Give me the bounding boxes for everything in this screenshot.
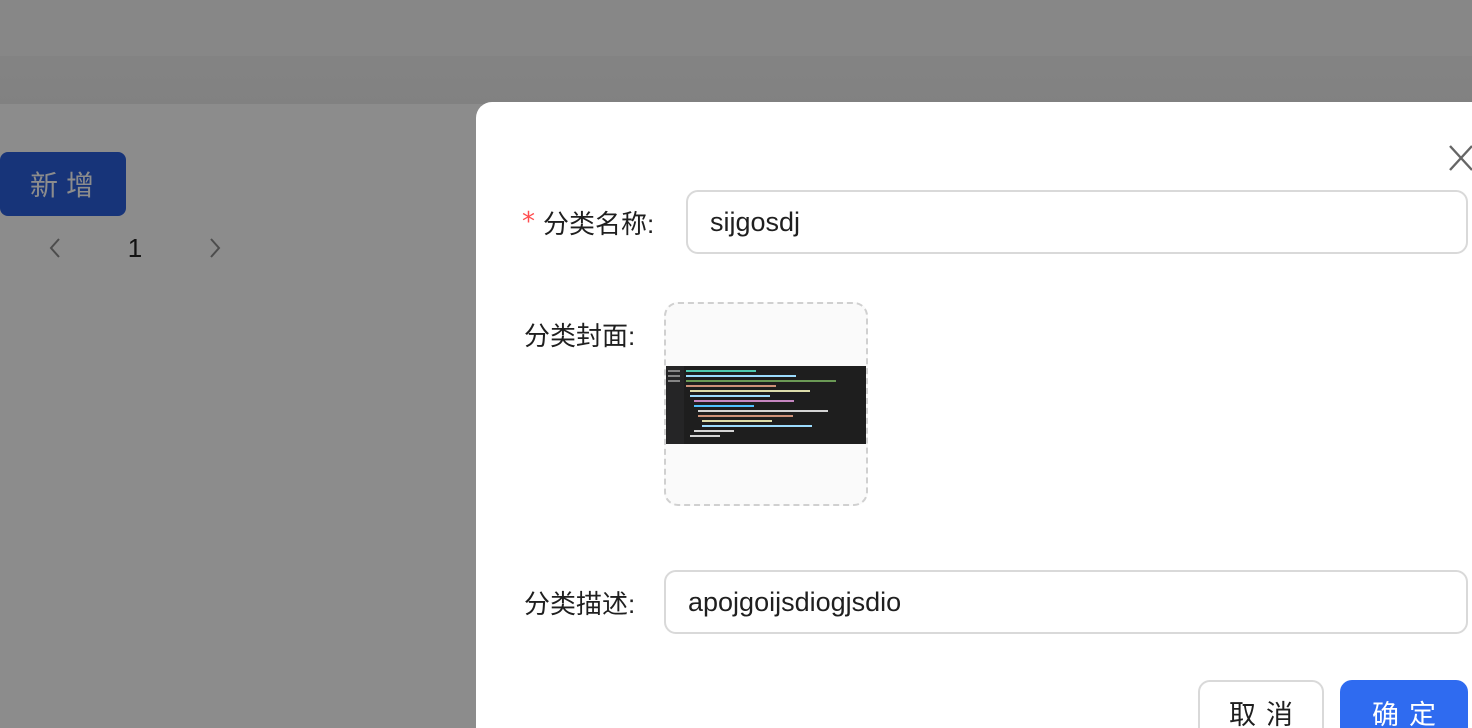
close-icon [1449, 145, 1472, 171]
cover-image-thumbnail [666, 366, 866, 444]
category-modal: * 分类名称: 分类封面: [476, 102, 1472, 728]
category-description-input[interactable] [664, 570, 1468, 634]
required-marker: * [522, 207, 535, 237]
modal-close-button[interactable] [1444, 140, 1472, 176]
cover-upload[interactable] [664, 302, 868, 506]
name-label-text: 分类名称: [543, 208, 655, 239]
form-row-description: 分类描述: [476, 570, 1472, 634]
form-row-cover: 分类封面: [476, 302, 1472, 506]
cancel-button[interactable]: 取消 [1198, 680, 1324, 728]
category-name-input[interactable] [686, 190, 1468, 254]
cover-label: 分类封面: [524, 320, 636, 351]
name-label: * 分类名称: [522, 190, 654, 254]
description-label: 分类描述: [524, 588, 636, 619]
confirm-button[interactable]: 确定 [1340, 680, 1468, 728]
cancel-button-label: 取消 [1229, 699, 1303, 728]
confirm-button-label: 确定 [1372, 699, 1446, 728]
form-row-name: * 分类名称: [476, 190, 1472, 254]
